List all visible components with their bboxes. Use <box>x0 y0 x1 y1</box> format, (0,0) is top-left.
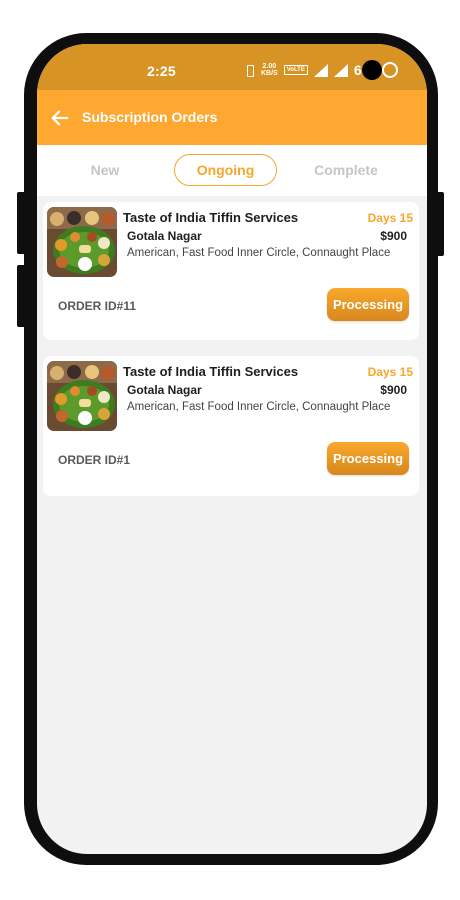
food-platter-image <box>47 207 117 277</box>
signal-icon <box>313 63 328 77</box>
tab-new[interactable]: New <box>75 154 135 186</box>
phone-screen: 2:25 2.00 KB/S VoLTE 6 Subscription Orde… <box>37 44 427 854</box>
battery-ring-icon <box>382 62 398 78</box>
app-bar: Subscription Orders <box>37 90 427 145</box>
tab-ongoing[interactable]: Ongoing <box>174 154 277 186</box>
order-id: ORDER ID#11 <box>58 299 137 313</box>
food-platter-image <box>47 361 117 431</box>
tab-bar: New Ongoing Complete <box>37 145 427 196</box>
battery-level: 6 <box>353 62 362 78</box>
vendor-area: Gotala Nagar <box>127 383 202 397</box>
order-card[interactable]: Taste of India Tiffin Services Days 15 G… <box>43 356 419 496</box>
cuisine-address: American, Fast Food Inner Circle, Connau… <box>127 247 391 259</box>
front-camera <box>362 60 382 80</box>
volte-badge: VoLTE <box>283 65 308 75</box>
arrow-left-icon[interactable] <box>49 107 71 129</box>
status-time: 2:25 <box>147 63 176 79</box>
status-bar: 2:25 2.00 KB/S VoLTE 6 <box>37 44 427 90</box>
order-price: $900 <box>380 383 407 397</box>
net-speed: 2.00 KB/S <box>261 63 278 77</box>
tab-complete[interactable]: Complete <box>307 154 385 186</box>
vendor-name: Taste of India Tiffin Services <box>123 364 299 379</box>
order-card[interactable]: Taste of India Tiffin Services Days 15 G… <box>43 202 419 340</box>
order-id: ORDER ID#1 <box>58 453 131 467</box>
net-speed-value: 2.00 <box>262 63 277 70</box>
page-title: Subscription Orders <box>82 109 218 125</box>
vendor-name: Taste of India Tiffin Services <box>123 210 299 225</box>
vibrate-icon <box>243 63 255 77</box>
vendor-area: Gotala Nagar <box>127 229 202 243</box>
status-icons: 2.00 KB/S VoLTE 6 <box>243 60 362 80</box>
signal-4g-icon <box>333 63 348 77</box>
processing-button[interactable]: Processing <box>327 288 409 321</box>
order-price: $900 <box>380 229 407 243</box>
processing-button[interactable]: Processing <box>327 442 409 475</box>
subscription-days: Days 15 <box>367 211 413 225</box>
net-speed-unit: KB/S <box>261 70 278 77</box>
cuisine-address: American, Fast Food Inner Circle, Connau… <box>127 401 391 413</box>
subscription-days: Days 15 <box>367 365 413 379</box>
